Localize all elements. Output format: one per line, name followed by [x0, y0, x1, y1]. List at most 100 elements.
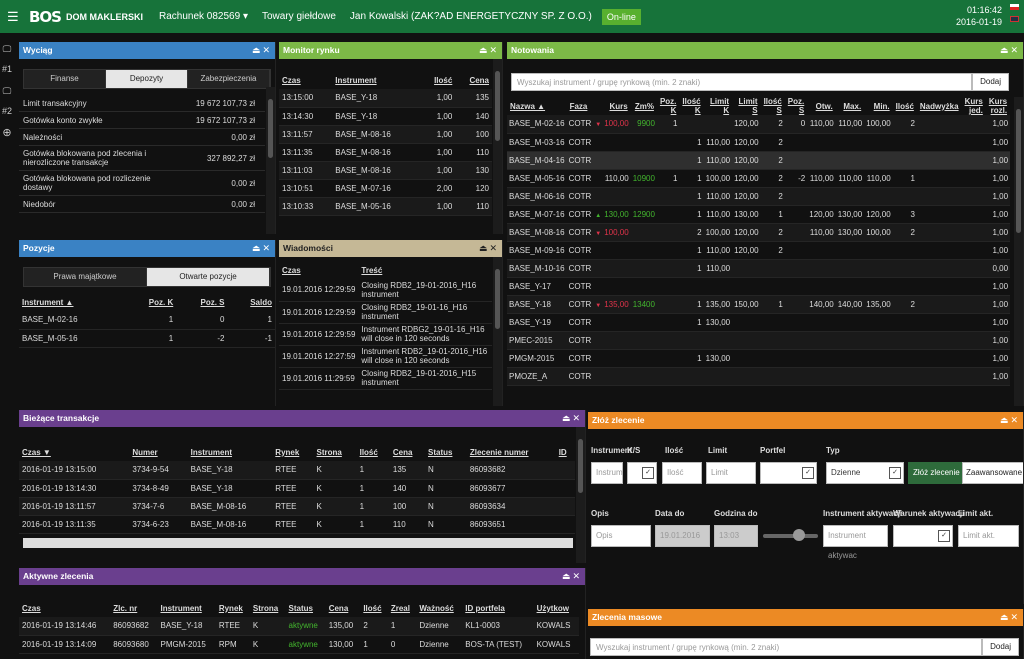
scrollbar[interactable]: [493, 59, 502, 234]
column-header[interactable]: Użytkow: [534, 599, 579, 617]
column-header[interactable]: Rynek: [216, 599, 250, 617]
add-button[interactable]: Dodaj: [982, 638, 1019, 656]
column-header[interactable]: Kurs rozl.: [986, 97, 1010, 115]
column-header[interactable]: Faza: [567, 97, 594, 115]
advanced-button[interactable]: Zaawansowane: [962, 462, 1023, 484]
column-header[interactable]: Ilość: [357, 443, 390, 461]
table-row[interactable]: 13:11:03 BASE_M-08-16 1,00 130: [279, 161, 492, 180]
table-row[interactable]: 13:14:30 BASE_Y-18 1,00 140: [279, 107, 492, 126]
column-header[interactable]: Kurs jed.: [962, 97, 986, 115]
table-row[interactable]: 2016-01-19 13:14:46 86093682 BASE_Y-18 RTEE…: [19, 617, 579, 636]
panel-controls-icon[interactable]: ⏏✕: [252, 240, 272, 257]
column-header[interactable]: Ważność: [416, 599, 462, 617]
table-row[interactable]: 13:11:35 BASE_M-08-16 1,00 110: [279, 143, 492, 162]
tab-2[interactable]: Zabezpieczenia: [188, 70, 270, 88]
column-header[interactable]: Czas ▼: [19, 443, 129, 461]
column-header[interactable]: Ilość: [421, 71, 456, 89]
table-row[interactable]: 19.01.2016 12:29:59 Closing RDB2_19-01-16…: [279, 301, 492, 324]
panel-controls-icon[interactable]: ⏏✕: [479, 240, 499, 257]
tab-1[interactable]: Otwarte pozycje: [147, 268, 270, 286]
add-button[interactable]: Dodaj: [972, 73, 1009, 91]
panel-controls-icon[interactable]: ⏏✕: [1000, 609, 1020, 626]
instrument-aktywacji-input[interactable]: Instrument aktywac: [823, 525, 888, 560]
column-header[interactable]: Cena: [455, 71, 492, 89]
table-row[interactable]: 2016-01-19 13:11:35 3734-6-23 BASE_M-08-16…: [19, 515, 575, 534]
scrollbar[interactable]: [493, 257, 502, 406]
ks-select[interactable]: ✓: [627, 462, 657, 484]
polish-flag-icon[interactable]: [1010, 4, 1019, 10]
scrollbar[interactable]: [266, 87, 275, 234]
column-header[interactable]: Status: [286, 599, 326, 617]
column-header[interactable]: Ilość: [360, 599, 388, 617]
column-header[interactable]: Treść: [358, 261, 492, 279]
panel-controls-icon[interactable]: ⏏✕: [1000, 42, 1020, 59]
table-row[interactable]: 19.01.2016 12:29:59 Instrument RDBG2_19-0…: [279, 323, 492, 346]
column-header[interactable]: ID: [556, 443, 575, 461]
workspace-1[interactable]: #1: [0, 64, 14, 78]
column-header[interactable]: Strona: [250, 599, 286, 617]
workspace-2[interactable]: #2: [0, 106, 14, 120]
account-selector[interactable]: Rachunek 082569 ▾: [159, 11, 248, 22]
time-slider[interactable]: [763, 534, 818, 538]
column-header[interactable]: Poz. K: [657, 97, 679, 115]
typ-select[interactable]: Dzienne ✓: [826, 462, 904, 484]
table-row[interactable]: BASE_M-09-16 COTR 1 110,00 120,00 2 1,00: [507, 241, 1011, 260]
submit-order-button[interactable]: Złóż zlecenie: [908, 462, 965, 484]
column-header[interactable]: Limit K: [704, 97, 732, 115]
table-row[interactable]: 2016-01-19 13:15:00 3734-9-54 BASE_Y-18 RTE…: [19, 461, 575, 480]
column-header[interactable]: Zm%: [631, 97, 657, 115]
table-row[interactable]: 13:10:51 BASE_M-07-16 2,00 120: [279, 179, 492, 198]
panel-controls-icon[interactable]: ⏏✕: [562, 568, 582, 585]
panel-controls-icon[interactable]: ⏏✕: [1000, 412, 1020, 429]
column-header[interactable]: Strona: [314, 443, 357, 461]
opis-input[interactable]: Opis: [591, 525, 651, 547]
column-header[interactable]: Ilość: [893, 97, 917, 115]
panel-controls-icon[interactable]: ⏏✕: [479, 42, 499, 59]
table-row[interactable]: BASE_M-05-16 COTR 110,00 10900 1 1 100,00 120,0…: [507, 169, 1011, 188]
monitor-icon[interactable]: 🖵: [0, 44, 14, 58]
scrollbar[interactable]: [1014, 97, 1023, 406]
table-row[interactable]: BASE_M-08-16 COTR ▼ 100,00 2 100,00 120,00 2 110…: [507, 223, 1011, 242]
panel-controls-icon[interactable]: ⏏✕: [252, 42, 272, 59]
table-row[interactable]: PMGM-2015 COTR 1 130,00 1,00: [507, 349, 1011, 368]
table-row[interactable]: BASE_Y-17 COTR 1,00: [507, 277, 1011, 296]
column-header[interactable]: Instrument: [157, 599, 215, 617]
column-header[interactable]: Poz. S: [785, 97, 807, 115]
slider-handle[interactable]: [793, 529, 805, 541]
column-header[interactable]: Nazwa ▲: [507, 97, 567, 115]
table-row[interactable]: BASE_Y-18 COTR ▼ 135,00 13400 1 135,00 150,00 1 1…: [507, 295, 1011, 314]
horizontal-scrollbar[interactable]: [23, 538, 573, 548]
scrollbar[interactable]: [576, 427, 585, 563]
column-header[interactable]: Nadwyżka: [917, 97, 962, 115]
column-header[interactable]: Rynek: [272, 443, 313, 461]
column-header[interactable]: Saldo: [228, 293, 276, 311]
column-header[interactable]: Cena: [326, 599, 361, 617]
table-row[interactable]: 19.01.2016 12:27:59 Instrument RDB2_19-01…: [279, 345, 492, 368]
table-row[interactable]: 13:15:00 BASE_Y-18 1,00 135: [279, 89, 492, 108]
column-header[interactable]: Zlecenie numer: [467, 443, 556, 461]
column-header[interactable]: Kurs: [593, 97, 630, 115]
limit-input[interactable]: Limit: [706, 462, 756, 484]
table-row[interactable]: BASE_M-10-16 COTR 1 110,00 0,00: [507, 259, 1011, 278]
monitor-icon[interactable]: 🖵: [0, 86, 14, 100]
table-row[interactable]: BASE_M-06-16 COTR 1 110,00 120,00 2 1,00: [507, 187, 1011, 206]
notowania-search-input[interactable]: Wyszukaj instrument / grupę rynkową (min…: [511, 73, 973, 91]
data-do-input[interactable]: 19.01.2016: [655, 525, 710, 547]
godzina-do-input[interactable]: 13:03: [714, 525, 758, 547]
table-row[interactable]: 19.01.2016 12:29:59 Closing RDB2_19-01-20…: [279, 279, 492, 302]
table-row[interactable]: BASE_M-04-16 COTR 1 110,00 120,00 2 1,00: [507, 151, 1011, 170]
english-flag-icon[interactable]: [1010, 16, 1019, 22]
column-header[interactable]: Instrument: [188, 443, 273, 461]
table-row[interactable]: 2016-01-19 13:14:09 86093680 PMGM-2015 RPM K…: [19, 635, 579, 654]
instrument-input[interactable]: Instrum: [591, 462, 623, 484]
column-header[interactable]: Cena: [390, 443, 425, 461]
table-row[interactable]: 13:11:57 BASE_M-08-16 1,00 100: [279, 125, 492, 144]
column-header[interactable]: Min.: [864, 97, 892, 115]
column-header[interactable]: Czas: [279, 71, 332, 89]
column-header[interactable]: ID portfela: [462, 599, 533, 617]
column-header[interactable]: Poz. S: [176, 293, 227, 311]
masowe-search-input[interactable]: Wyszukaj instrument / grupę rynkową (min…: [590, 638, 983, 656]
limit-aktywacji-input[interactable]: Limit akt.: [958, 525, 1019, 547]
table-row[interactable]: BASE_M-02-16 1 0 1: [19, 311, 275, 330]
table-row[interactable]: BASE_M-02-16 COTR ▼ 100,00 9900 1 120,00 2 0 110,…: [507, 115, 1011, 134]
